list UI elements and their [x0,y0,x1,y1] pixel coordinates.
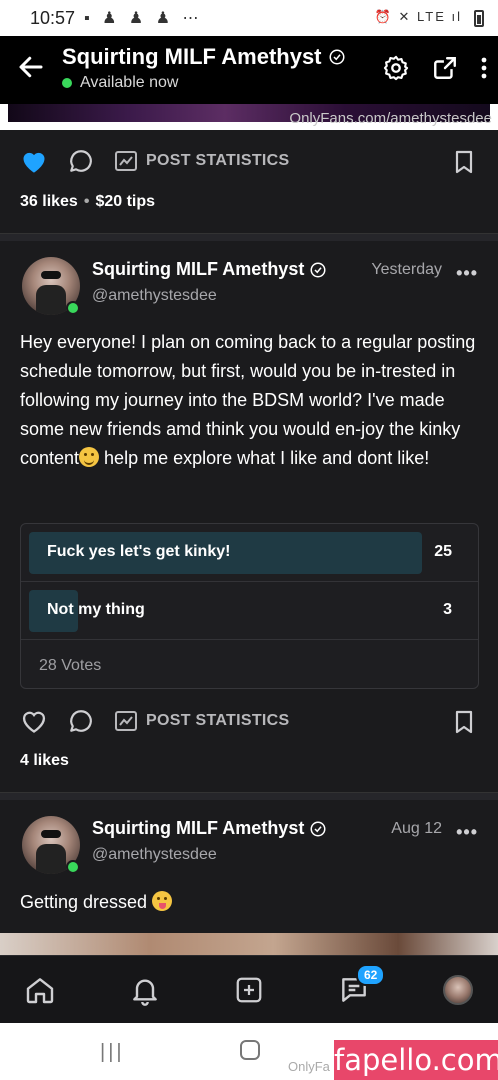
online-status: Available now [62,74,346,92]
post-text-body: Getting dressed [20,892,148,912]
tips-amount: $20 tips [95,193,156,210]
author-name: Squirting MILF Amethyst [92,259,305,279]
post-statistics-button[interactable]: POST STATISTICS [114,150,289,172]
statistics-icon [115,711,137,731]
verified-icon [329,49,345,65]
post-media-preview[interactable] [0,933,498,955]
comment-icon [70,150,92,172]
post-header: Squirting MILF Amethyst @amethystesdee Y… [20,257,480,317]
share-icon[interactable] [432,55,458,81]
post-stats: 36 likes • $20 tips [20,193,156,210]
poll: Fuck yes let's get kinky! 25 Not my thin… [20,523,479,689]
system-status-icons: ⏰ ✕ LTE ıl [374,9,462,24]
post-author[interactable]: Squirting MILF Amethyst [92,818,327,839]
comment-button[interactable] [68,708,94,734]
notification-icons: ▪ ♟ ♟ ♟ ⋯ [84,10,203,27]
tongue-emoji-icon [152,891,173,911]
settings-gear-icon[interactable] [382,54,410,82]
online-dot-icon [66,860,80,874]
post-stats: 4 likes [20,752,69,770]
site-watermark: fapello.com [334,1040,498,1080]
watermark-text: OnlyFa [288,1059,330,1074]
poll-option-count: 3 [443,601,452,618]
post-more-button[interactable]: ••• [456,263,478,284]
post-separator [0,233,498,241]
more-vertical-icon[interactable] [480,56,488,80]
post-header: Squirting MILF Amethyst @amethystesdee A… [20,816,480,876]
comment-button[interactable] [68,148,94,174]
poll-option[interactable]: Not my thing 3 [21,582,478,640]
status-bar: 10:57 ▪ ♟ ♟ ♟ ⋯ ⏰ ✕ LTE ıl [0,0,498,36]
recents-button[interactable]: ||| [100,1041,125,1064]
online-dot-icon [62,78,72,88]
like-button[interactable] [20,148,48,174]
nav-notifications[interactable] [127,972,163,1008]
poll-votes: 28 Votes [39,657,102,674]
like-button[interactable] [20,708,48,734]
bookmark-icon[interactable] [454,710,474,734]
author-handle[interactable]: @amethystesdee [92,846,217,864]
post-text-tail: help me explore what I like and dont lik… [99,448,430,468]
add-post-icon [236,977,262,1003]
likes-count: 36 likes [20,193,78,210]
home-icon [26,978,54,1004]
post-statistics-label: POST STATISTICS [146,152,290,169]
nav-home[interactable] [22,972,58,1008]
post-date: Aug 12 [391,820,442,837]
heart-outline-icon [22,711,46,733]
home-button[interactable] [240,1040,260,1060]
creator-name: Squirting MILF Amethyst [62,44,322,69]
clock: 10:57 [30,8,76,28]
post-statistics-button[interactable]: POST STATISTICS [114,710,289,732]
bottom-navigation: 62 [0,955,498,1023]
chat-title: Squirting MILF Amethyst [62,44,346,70]
status-text: Available now [80,74,179,91]
nav-profile[interactable] [440,972,476,1008]
profile-avatar [443,975,473,1005]
poll-option-label: Not my thing [47,601,145,618]
statistics-icon [115,151,137,171]
post-statistics-label: POST STATISTICS [146,712,290,729]
online-dot-icon [66,301,80,315]
battery-icon [474,10,484,27]
sweat-smile-emoji-icon [79,447,100,467]
nav-messages[interactable]: 62 [336,964,386,1008]
author-handle[interactable]: @amethystesdee [92,287,217,305]
post-text: Getting dressed [20,888,480,917]
author-name: Squirting MILF Amethyst [92,818,305,838]
bookmark-icon[interactable] [454,150,474,174]
media-watermark: OnlyFans.com/amethystesdee [289,110,492,127]
app-bar: Squirting MILF Amethyst Available now [0,36,498,104]
post-separator [0,792,498,800]
heart-filled-icon [23,152,45,173]
post-media-bottom[interactable]: OnlyFans.com/amethystesdee [0,104,498,130]
comment-icon [70,710,92,732]
post-actions: POST STATISTICS [20,708,289,734]
post-actions: POST STATISTICS [20,148,289,174]
poll-option-label: Fuck yes let's get kinky! [47,543,231,560]
poll-option[interactable]: Fuck yes let's get kinky! 25 [21,524,478,582]
post-author[interactable]: Squirting MILF Amethyst [92,259,327,280]
verified-icon [310,821,326,836]
post-text: Hey everyone! I plan on coming back to a… [20,328,480,473]
back-arrow-icon[interactable] [16,52,46,82]
verified-icon [310,262,326,277]
post-date: Yesterday [371,261,442,278]
poll-option-count: 25 [434,543,452,560]
likes-count: 4 likes [20,752,69,769]
nav-add-post[interactable] [231,972,267,1008]
messages-badge: 62 [356,964,386,986]
post-more-button[interactable]: ••• [456,822,478,843]
bell-icon [133,979,157,1006]
